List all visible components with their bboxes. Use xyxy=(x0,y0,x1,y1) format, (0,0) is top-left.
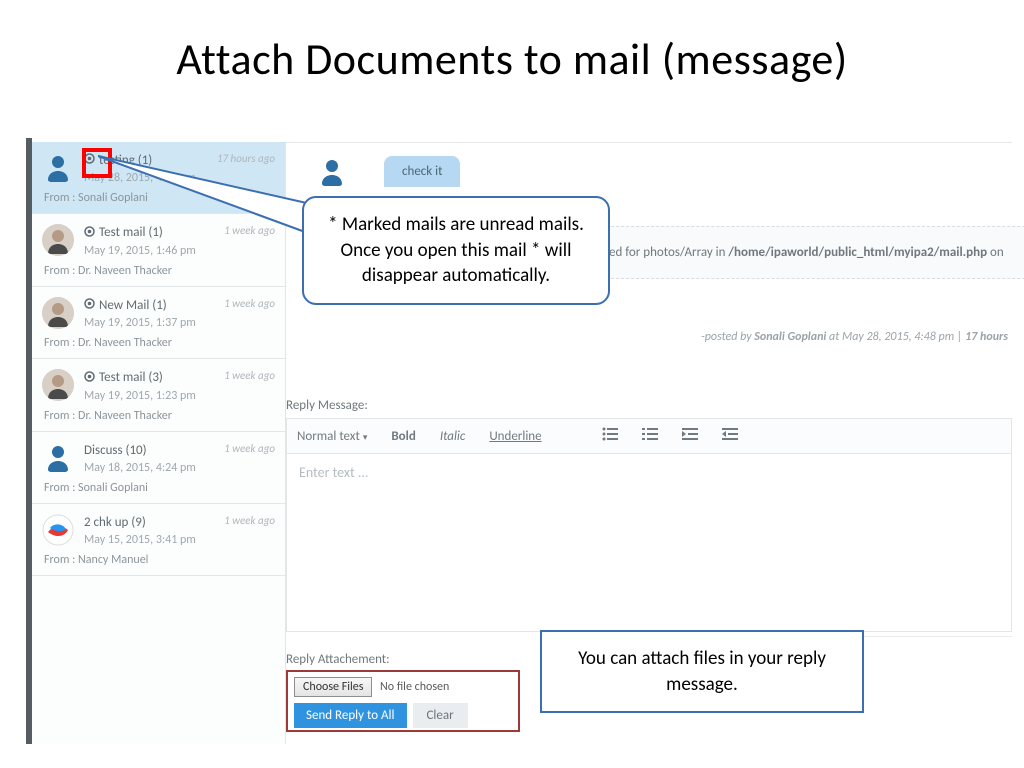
format-dropdown[interactable]: Normal text▾ xyxy=(297,429,367,444)
reply-message-label: Reply Message: xyxy=(286,398,368,413)
outdent-icon[interactable] xyxy=(722,427,738,445)
mail-from: From : Dr. Naveen Thacker xyxy=(44,336,275,350)
avatar xyxy=(42,152,74,184)
avatar xyxy=(42,442,74,474)
mail-item[interactable]: Test mail (3) May 19, 2015, 1:23 pm 1 we… xyxy=(32,359,285,431)
mail-from: From : Sonali Goplani xyxy=(44,481,275,495)
callout-unread: * Marked mails are unread mails. Once yo… xyxy=(302,196,610,305)
avatar xyxy=(42,369,74,401)
bold-button[interactable]: Bold xyxy=(391,429,415,444)
choose-files-button[interactable]: Choose Files xyxy=(294,677,372,697)
mail-date: May 18, 2015, 4:24 pm xyxy=(84,461,275,475)
clear-button[interactable]: Clear xyxy=(413,703,468,728)
indent-icon[interactable] xyxy=(682,427,698,445)
list-ol-icon[interactable] xyxy=(642,427,658,445)
message-header: check it xyxy=(308,142,1012,202)
mail-age: 1 week ago xyxy=(224,369,275,382)
list-ul-icon[interactable] xyxy=(602,427,618,445)
underline-button[interactable]: Underline xyxy=(489,429,541,444)
mail-item[interactable]: New Mail (1) May 19, 2015, 1:37 pm 1 wee… xyxy=(32,287,285,359)
caret-down-icon: ▾ xyxy=(363,432,368,443)
mail-item[interactable]: 2 chk up (9) May 15, 2015, 3:41 pm 1 wee… xyxy=(32,504,285,576)
unread-dot-icon xyxy=(84,152,95,169)
mail-date: May 19, 2015, 1:37 pm xyxy=(84,316,275,330)
reply-editor[interactable]: Enter text ... xyxy=(286,454,1012,632)
mail-from: From : Dr. Naveen Thacker xyxy=(44,409,275,423)
mail-from: From : Dr. Naveen Thacker xyxy=(44,264,275,278)
callout-pointer-icon xyxy=(98,148,328,238)
callout-attach: You can attach files in your reply messa… xyxy=(540,630,864,713)
mail-from: From : Nancy Manuel xyxy=(44,553,275,567)
mail-date: May 15, 2015, 3:41 pm xyxy=(84,533,275,547)
unread-dot-icon xyxy=(84,370,95,387)
message-body-fragment: ed for photos/Array in /home/ipaworld/pu… xyxy=(601,226,1024,279)
mail-item[interactable]: Discuss (10) May 18, 2015, 4:24 pm 1 wee… xyxy=(32,432,285,504)
mail-age: 1 week ago xyxy=(224,442,275,455)
mail-age: 1 week ago xyxy=(224,297,275,310)
avatar xyxy=(42,297,74,329)
subject-chip: check it xyxy=(384,156,460,187)
unread-dot-icon xyxy=(84,297,95,314)
attachment-highlight-box: Choose Files No file chosen Send Reply t… xyxy=(286,670,520,732)
unread-dot-icon xyxy=(84,225,95,242)
slide-title: Attach Documents to mail (message) xyxy=(0,32,1024,86)
editor-toolbar: Normal text▾ Bold Italic Underline xyxy=(286,418,1012,454)
avatar xyxy=(42,224,74,256)
posted-by-line: -posted by Sonali Goplani at May 28, 201… xyxy=(701,330,1012,344)
no-file-chosen-text: No file chosen xyxy=(380,680,449,694)
mail-date: May 19, 2015, 1:46 pm xyxy=(84,244,275,258)
avatar xyxy=(42,514,74,546)
send-reply-button[interactable]: Send Reply to All xyxy=(294,703,407,728)
reply-attachment-label: Reply Attachement: xyxy=(286,652,390,667)
mail-date: May 19, 2015, 1:23 pm xyxy=(84,389,275,403)
italic-button[interactable]: Italic xyxy=(440,429,466,444)
mail-age: 1 week ago xyxy=(224,514,275,527)
